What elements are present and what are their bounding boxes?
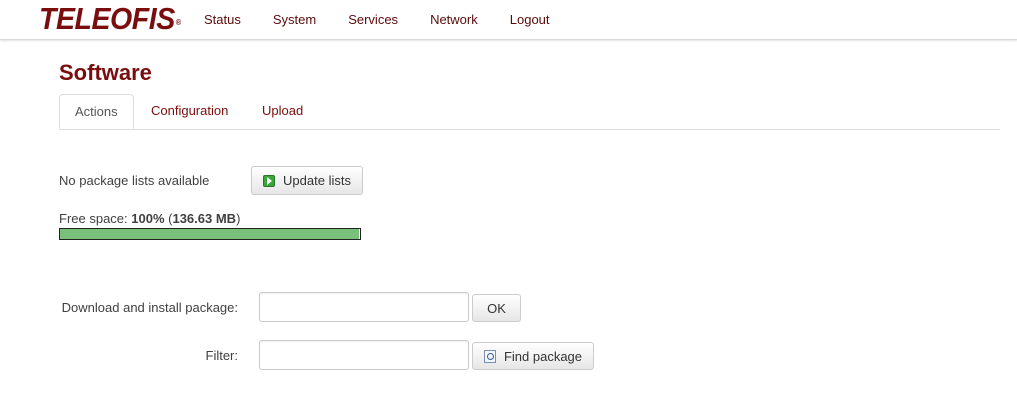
nav-network[interactable]: Network [414, 0, 494, 39]
tab-actions[interactable]: Actions [59, 94, 134, 129]
find-package-label: Find package [503, 348, 583, 364]
free-space-text: Free space: 100% (136.63 MB) [59, 211, 241, 226]
free-space-size: 136.63 MB [172, 211, 237, 226]
update-lists-label: Update lists [283, 173, 351, 188]
play-icon [263, 174, 276, 187]
registered-mark: ® [175, 18, 181, 27]
ok-button[interactable]: OK [472, 294, 521, 322]
update-lists-button[interactable]: Update lists [251, 166, 363, 195]
free-space-fill [60, 229, 359, 239]
page-title: Software [59, 60, 152, 85]
download-package-input[interactable] [259, 292, 469, 322]
nav-services[interactable]: Services [332, 0, 414, 39]
free-space-percent: 100% [131, 211, 165, 226]
nav-logout[interactable]: Logout [494, 0, 566, 39]
package-lists-status: No package lists available [59, 173, 210, 188]
nav-status[interactable]: Status [188, 0, 257, 39]
find-icon [483, 349, 496, 363]
filter-input[interactable] [259, 340, 469, 370]
brand-logo[interactable]: TELEOFIS® [39, 1, 181, 37]
free-space-bar [59, 228, 361, 240]
nav-system[interactable]: System [257, 0, 332, 39]
tab-configuration[interactable]: Configuration [136, 94, 243, 128]
main-nav: Status System Services Network Logout [188, 0, 566, 39]
download-label: Download and install package: [61, 300, 238, 315]
filter-label: Filter: [205, 348, 239, 363]
top-navbar: TELEOFIS® Status System Services Network… [0, 0, 1017, 40]
tab-upload[interactable]: Upload [247, 94, 318, 128]
tab-bar: Actions Configuration Upload [59, 94, 1000, 130]
find-package-button[interactable]: Find package [472, 342, 594, 370]
